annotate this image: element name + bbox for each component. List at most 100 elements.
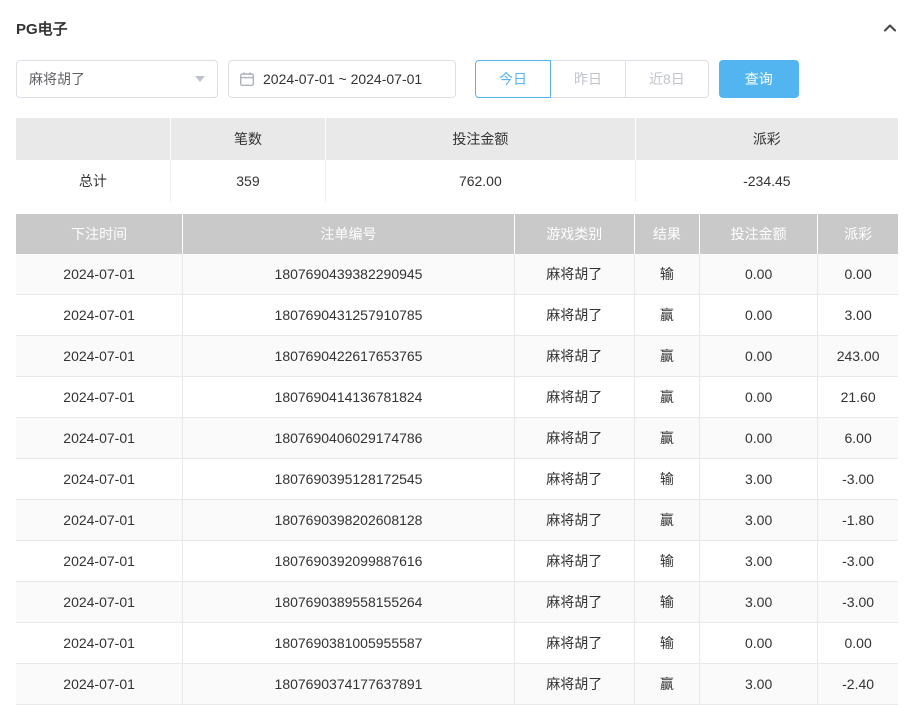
quick-button-today[interactable]: 今日 (475, 60, 551, 98)
cell-bet-time: 2024-07-01 (16, 623, 183, 664)
cell-game-type: 麻将胡了 (514, 295, 634, 336)
chevron-up-icon[interactable] (882, 20, 898, 36)
cell-bet-id: 1807690431257910785 (183, 295, 515, 336)
date-range-input[interactable]: 2024-07-01 ~ 2024-07-01 (228, 60, 456, 98)
cell-bet-amount: 3.00 (700, 664, 818, 705)
cell-bet-amount: 3.00 (700, 459, 818, 500)
cell-bet-amount: 3.00 (700, 541, 818, 582)
records-header-bet-id: 注单编号 (183, 214, 515, 254)
records-header-row: 下注时间 注单编号 游戏类别 结果 投注金额 派彩 (16, 214, 898, 254)
cell-result: 赢 (634, 336, 699, 377)
cell-bet-id: 1807690414136781824 (183, 377, 515, 418)
cell-game-type: 麻将胡了 (514, 664, 634, 705)
cell-bet-amount: 0.00 (700, 295, 818, 336)
cell-result: 赢 (634, 500, 699, 541)
cell-payout: -3.00 (818, 582, 898, 623)
table-row: 2024-07-011807690395128172545麻将胡了输3.00-3… (16, 459, 898, 500)
table-row: 2024-07-011807690398202608128麻将胡了赢3.00-1… (16, 500, 898, 541)
summary-header-bet-amount: 投注金额 (326, 118, 636, 160)
cell-bet-amount: 0.00 (700, 418, 818, 459)
cell-game-type: 麻将胡了 (514, 459, 634, 500)
cell-bet-time: 2024-07-01 (16, 377, 183, 418)
records-header-bet-time: 下注时间 (16, 214, 183, 254)
records-panel: PG电子 麻将胡了 2024-07-01 ~ 2024-07-01 (0, 0, 914, 705)
calendar-icon (239, 71, 255, 87)
cell-bet-amount: 0.00 (700, 623, 818, 664)
cell-payout: -3.00 (818, 541, 898, 582)
cell-bet-id: 1807690422617653765 (183, 336, 515, 377)
cell-game-type: 麻将胡了 (514, 623, 634, 664)
cell-bet-id: 1807690439382290945 (183, 254, 515, 295)
panel-titlebar: PG电子 (16, 14, 898, 42)
cell-bet-id: 1807690389558155264 (183, 582, 515, 623)
cell-bet-time: 2024-07-01 (16, 295, 183, 336)
table-row: 2024-07-011807690392099887616麻将胡了输3.00-3… (16, 541, 898, 582)
cell-result: 输 (634, 582, 699, 623)
summary-total-bet-amount: 762.00 (326, 160, 636, 202)
records-table: 下注时间 注单编号 游戏类别 结果 投注金额 派彩 2024-07-011807… (16, 214, 898, 705)
records-header-game-type: 游戏类别 (514, 214, 634, 254)
cell-bet-time: 2024-07-01 (16, 541, 183, 582)
filter-bar: 麻将胡了 2024-07-01 ~ 2024-07-01 今日 昨日 近8日 查… (16, 60, 898, 98)
cell-bet-time: 2024-07-01 (16, 500, 183, 541)
summary-header-blank (16, 118, 170, 160)
cell-bet-amount: 3.00 (700, 582, 818, 623)
cell-result: 输 (634, 541, 699, 582)
cell-game-type: 麻将胡了 (514, 500, 634, 541)
cell-payout: -2.40 (818, 664, 898, 705)
game-select[interactable]: 麻将胡了 (16, 60, 218, 98)
cell-bet-id: 1807690395128172545 (183, 459, 515, 500)
table-row: 2024-07-011807690414136781824麻将胡了赢0.0021… (16, 377, 898, 418)
cell-result: 赢 (634, 664, 699, 705)
cell-bet-time: 2024-07-01 (16, 254, 183, 295)
cell-bet-time: 2024-07-01 (16, 336, 183, 377)
cell-bet-id: 1807690374177637891 (183, 664, 515, 705)
quick-date-button-group: 今日 昨日 近8日 (475, 60, 709, 98)
cell-result: 赢 (634, 295, 699, 336)
date-range-value: 2024-07-01 ~ 2024-07-01 (263, 71, 422, 87)
cell-bet-time: 2024-07-01 (16, 418, 183, 459)
records-header-result: 结果 (634, 214, 699, 254)
cell-result: 赢 (634, 377, 699, 418)
cell-bet-time: 2024-07-01 (16, 459, 183, 500)
table-row: 2024-07-011807690389558155264麻将胡了输3.00-3… (16, 582, 898, 623)
cell-bet-amount: 0.00 (700, 336, 818, 377)
records-header-payout: 派彩 (818, 214, 898, 254)
cell-bet-id: 1807690398202608128 (183, 500, 515, 541)
cell-game-type: 麻将胡了 (514, 541, 634, 582)
game-select-value: 麻将胡了 (29, 69, 85, 89)
cell-bet-id: 1807690406029174786 (183, 418, 515, 459)
table-row: 2024-07-011807690381005955587麻将胡了输0.000.… (16, 623, 898, 664)
cell-bet-id: 1807690381005955587 (183, 623, 515, 664)
cell-bet-amount: 0.00 (700, 254, 818, 295)
table-row: 2024-07-011807690439382290945麻将胡了输0.000.… (16, 254, 898, 295)
records-tbody: 2024-07-011807690439382290945麻将胡了输0.000.… (16, 254, 898, 705)
cell-bet-amount: 0.00 (700, 377, 818, 418)
cell-payout: 243.00 (818, 336, 898, 377)
summary-total-payout: -234.45 (635, 160, 898, 202)
cell-payout: 21.60 (818, 377, 898, 418)
summary-total-row: 总计 359 762.00 -234.45 (16, 160, 898, 202)
summary-total-label: 总计 (16, 160, 170, 202)
cell-game-type: 麻将胡了 (514, 254, 634, 295)
cell-payout: -3.00 (818, 459, 898, 500)
table-row: 2024-07-011807690406029174786麻将胡了赢0.006.… (16, 418, 898, 459)
quick-button-last8days[interactable]: 近8日 (625, 60, 709, 98)
cell-payout: 6.00 (818, 418, 898, 459)
chevron-down-icon (195, 76, 205, 82)
cell-payout: 3.00 (818, 295, 898, 336)
cell-result: 输 (634, 623, 699, 664)
quick-button-yesterday[interactable]: 昨日 (550, 60, 626, 98)
cell-game-type: 麻将胡了 (514, 377, 634, 418)
cell-game-type: 麻将胡了 (514, 582, 634, 623)
table-row: 2024-07-011807690374177637891麻将胡了赢3.00-2… (16, 664, 898, 705)
cell-payout: 0.00 (818, 623, 898, 664)
cell-result: 输 (634, 459, 699, 500)
cell-result: 输 (634, 254, 699, 295)
summary-total-count: 359 (170, 160, 325, 202)
cell-game-type: 麻将胡了 (514, 418, 634, 459)
cell-payout: -1.80 (818, 500, 898, 541)
cell-bet-time: 2024-07-01 (16, 664, 183, 705)
search-button[interactable]: 查询 (719, 60, 799, 98)
records-header-bet-amount: 投注金额 (700, 214, 818, 254)
